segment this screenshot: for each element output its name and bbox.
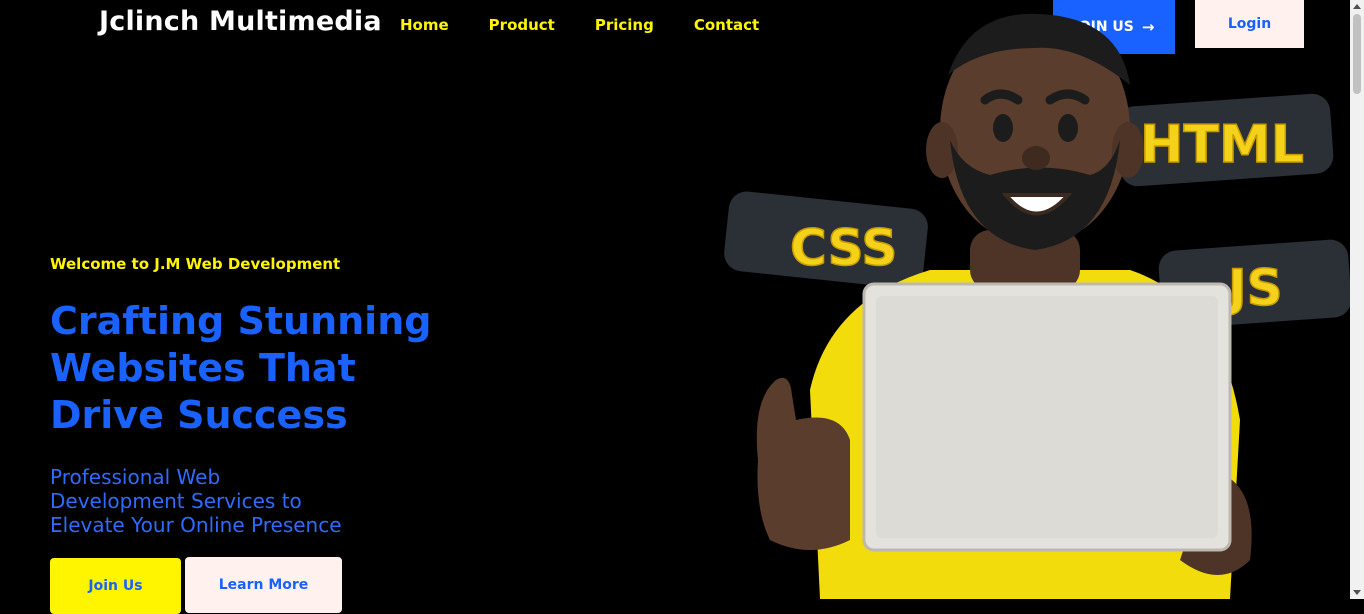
html-tag-text: HTML xyxy=(1140,115,1304,175)
join-us-label: Join Us xyxy=(88,578,143,594)
welcome-text: Welcome to J.M Web Development xyxy=(50,255,341,273)
html-tag: HTML xyxy=(1116,93,1334,187)
css-tag-text: CSS xyxy=(790,219,897,277)
join-us-button[interactable]: Join Us xyxy=(50,558,181,614)
nav-home[interactable]: Home xyxy=(400,16,449,34)
css-tag: CSS xyxy=(724,191,928,289)
nav-pricing[interactable]: Pricing xyxy=(595,16,654,34)
hero-subheadline: Professional Web Development Services to… xyxy=(50,465,342,537)
scroll-down-icon[interactable] xyxy=(1353,590,1361,595)
developer-illustration: CSS HTML JS xyxy=(724,13,1350,599)
nav-product[interactable]: Product xyxy=(489,16,555,34)
page-scrollbar[interactable] xyxy=(1350,0,1364,599)
learn-more-button[interactable]: Learn More xyxy=(185,557,342,613)
learn-more-label: Learn More xyxy=(218,577,309,593)
scroll-up-icon[interactable] xyxy=(1353,4,1361,9)
brand-logo-text[interactable]: Jclinch Multimedia xyxy=(99,6,382,37)
scrollbar-thumb[interactable] xyxy=(1353,14,1361,94)
hero-headline: Crafting Stunning Websites That Drive Su… xyxy=(50,299,432,437)
js-tag-text: JS xyxy=(1225,259,1283,317)
